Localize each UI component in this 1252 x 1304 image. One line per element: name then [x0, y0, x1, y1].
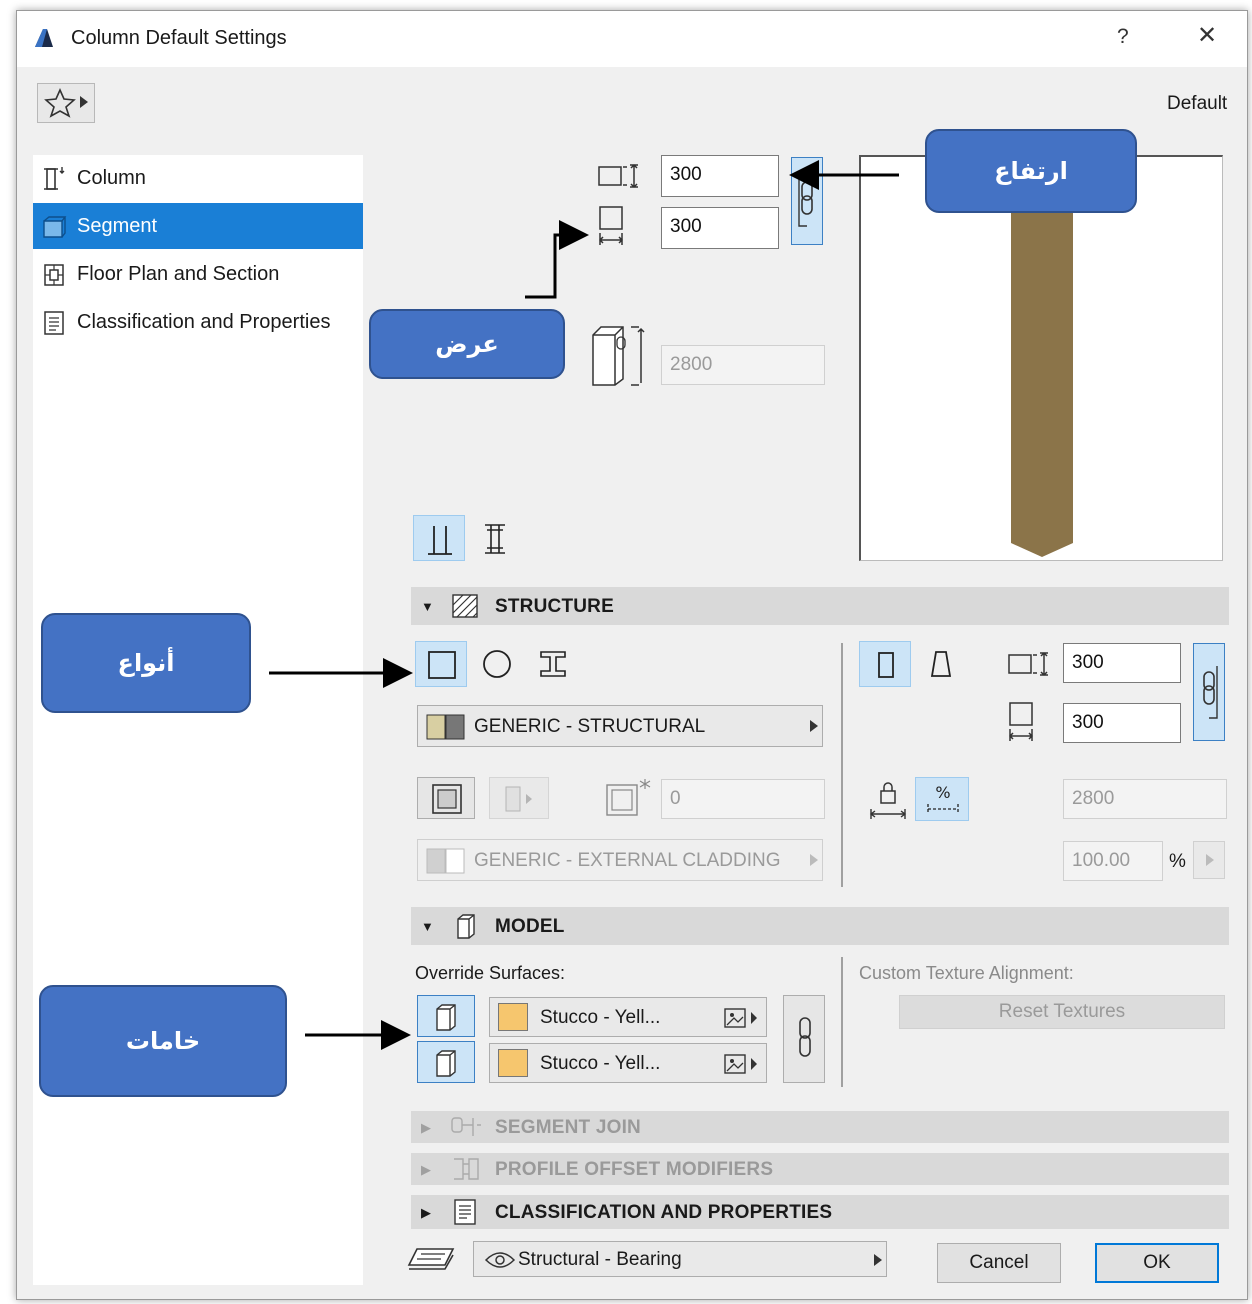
height-callout: ارتفاع	[925, 129, 1137, 213]
types-callout: أنواع	[41, 613, 251, 713]
width-callout: عرض	[369, 309, 565, 379]
materials-callout: خامات	[39, 985, 287, 1097]
column-default-settings-dialog: Column Default Settings ? ✕ Default Colu…	[16, 10, 1248, 1300]
width-arrow	[525, 220, 589, 299]
